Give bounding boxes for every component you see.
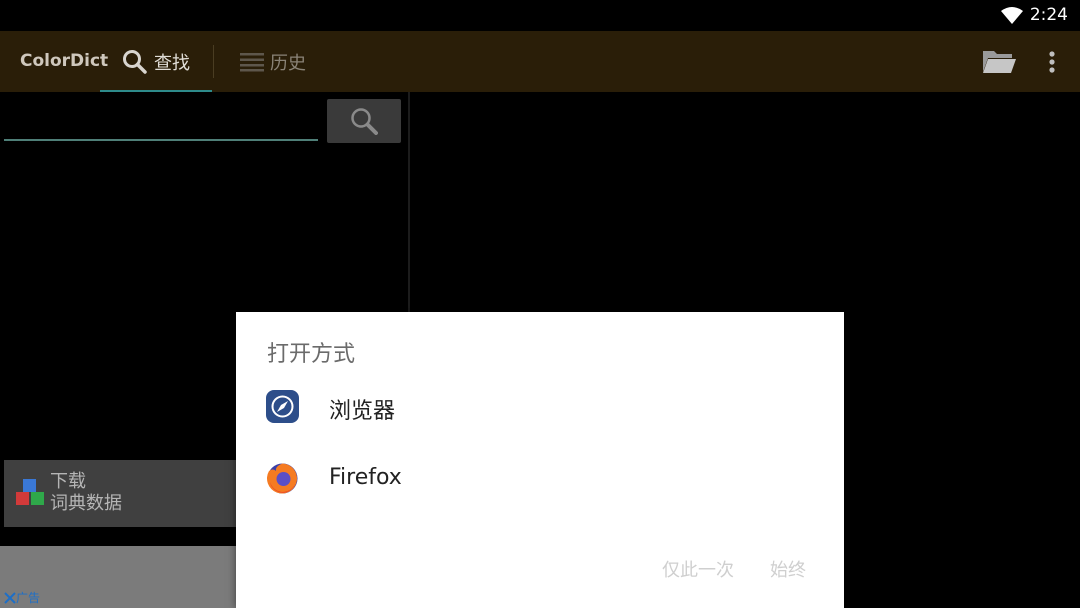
app-bar: ColorDict 查找 历史	[0, 31, 1080, 92]
compass-icon	[266, 390, 299, 423]
download-line1: 下载	[50, 471, 86, 492]
tab-history-label: 历史	[270, 52, 306, 74]
dialog-title: 打开方式	[267, 342, 356, 367]
app-option-browser[interactable]: 浏览器	[236, 375, 844, 439]
search-icon	[351, 108, 378, 135]
tab-divider	[213, 45, 214, 78]
firefox-icon	[266, 463, 298, 494]
app-title: ColorDict	[20, 51, 109, 71]
tab-search[interactable]: 查找	[100, 31, 212, 92]
cubes-icon	[16, 479, 44, 505]
tab-search-label: 查找	[154, 52, 190, 74]
close-icon	[4, 591, 16, 604]
tab-history[interactable]: 历史	[240, 31, 306, 92]
search-input-underline	[4, 139, 318, 141]
ad-label-text: 广告	[16, 591, 41, 605]
just-once-button[interactable]: 仅此一次	[662, 556, 734, 582]
search-input[interactable]	[4, 102, 318, 138]
folder-icon[interactable]	[982, 47, 1016, 75]
overflow-menu-icon[interactable]	[1042, 47, 1062, 77]
app-option-browser-label: 浏览器	[329, 399, 396, 424]
search-icon	[123, 49, 147, 74]
status-bar: 2:24	[0, 0, 1080, 31]
ad-label[interactable]: 广告	[4, 589, 40, 606]
wifi-icon	[1001, 7, 1023, 24]
search-button[interactable]	[327, 99, 401, 143]
always-button[interactable]: 始终	[770, 556, 806, 582]
list-icon	[240, 52, 264, 71]
download-line2: 词典数据	[50, 493, 122, 514]
status-time: 2:24	[1029, 5, 1068, 25]
app-option-firefox-label: Firefox	[329, 465, 402, 490]
app-option-firefox[interactable]: Firefox	[236, 447, 844, 511]
